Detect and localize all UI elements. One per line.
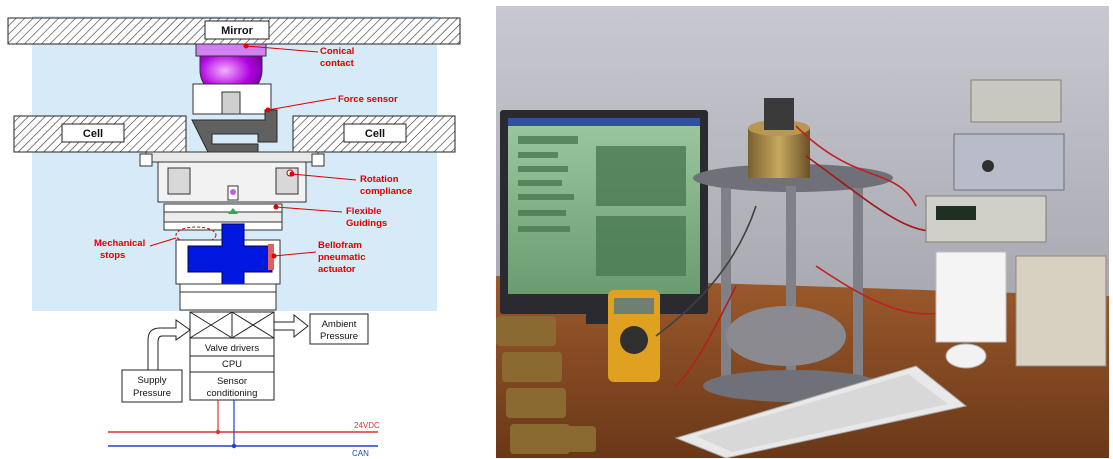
cell-left-block: Cell xyxy=(13,115,187,153)
force-sensor-label: Force sensor xyxy=(338,94,398,105)
sensor-label: Sensor xyxy=(217,376,247,387)
supply-label: Supply xyxy=(137,375,166,386)
conical-contact-part xyxy=(192,43,272,115)
cell-right-block: Cell xyxy=(292,115,456,153)
conditioning-label: conditioning xyxy=(207,388,258,399)
rotation-compliance-label-2: compliance xyxy=(360,186,412,197)
lab-photo xyxy=(496,6,1109,458)
bus-lines: 24VDC CAN xyxy=(108,400,380,458)
rotation-compliance-label-1: Rotation xyxy=(360,174,399,185)
conical-contact-label-2: contact xyxy=(320,58,355,69)
monitor xyxy=(500,110,708,324)
lower-housing xyxy=(179,283,277,311)
actuator-schematic: Mirror Cell Cell Valve drivers CPU Senso… xyxy=(7,16,461,458)
flexible-guidings-label-1: Flexible xyxy=(346,206,381,217)
flexible-guidings-label-2: Guidings xyxy=(346,218,387,229)
supply-pressure-box: Supply Pressure xyxy=(121,369,183,403)
mirror-label: Mirror xyxy=(221,25,254,37)
mechanical-stops-label-1: Mechanical xyxy=(94,238,145,249)
ambient-pressure-arrow xyxy=(273,313,309,339)
mirror-block: Mirror xyxy=(7,17,461,45)
bellofram-label-1: Bellofram xyxy=(318,240,362,251)
ambient-pressure-box: Ambient Pressure xyxy=(309,313,369,345)
cell-right-label: Cell xyxy=(365,128,385,140)
supply-pressure-label: Pressure xyxy=(133,388,171,399)
cpu-label: CPU xyxy=(222,359,242,370)
mouse xyxy=(945,343,987,369)
bellofram-label-3: actuator xyxy=(318,264,356,275)
bus-can-label: CAN xyxy=(352,449,369,458)
mechanical-stops-label-2: stops xyxy=(100,250,125,261)
valve-drivers-label: Valve drivers xyxy=(205,343,259,354)
multimeter xyxy=(608,290,660,382)
cell-left-label: Cell xyxy=(83,128,103,140)
valve-block xyxy=(189,311,275,339)
supply-pressure-arrow xyxy=(147,319,191,373)
ambient-label: Ambient xyxy=(322,319,357,330)
ambient-pressure-label: Pressure xyxy=(320,331,358,342)
upper-housing xyxy=(139,151,325,203)
conical-contact-label-1: Conical xyxy=(320,46,354,57)
electronics-stack: Valve drivers CPU Sensor conditioning xyxy=(189,337,275,401)
bus-24vdc-label: 24VDC xyxy=(354,421,380,430)
bellofram-label-2: pneumatic xyxy=(318,252,366,263)
